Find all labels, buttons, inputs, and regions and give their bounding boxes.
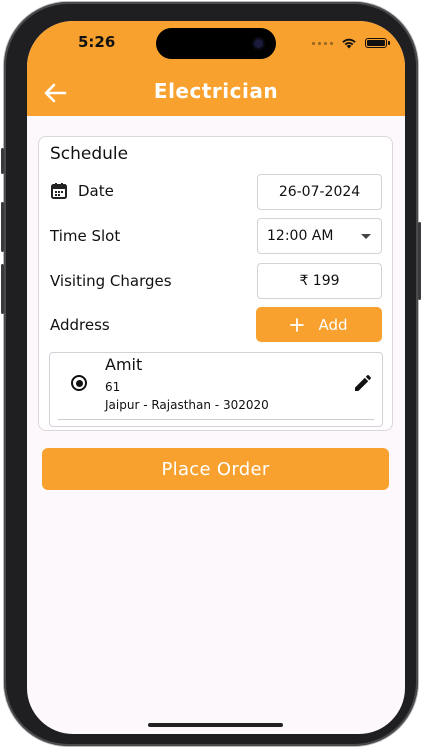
side-button-power [418, 222, 421, 300]
home-indicator[interactable] [148, 723, 283, 727]
status-icons [312, 37, 390, 49]
camera-icon [254, 39, 263, 48]
address-label-text: Address [50, 316, 110, 334]
calendar-icon [51, 183, 67, 199]
address-line-2: Jaipur - Rajasthan - 302020 [105, 398, 269, 412]
date-label-row: Date [50, 182, 114, 200]
visiting-charges-label: Visiting Charges [50, 272, 172, 290]
side-button-volume-up [1, 202, 4, 252]
dropdown-caret-icon [361, 233, 371, 239]
date-label: Date [78, 182, 114, 200]
radio-selected-dot [75, 379, 83, 387]
address-divider [58, 419, 374, 420]
address-label: Address [50, 316, 110, 334]
time-slot-label: Time Slot [50, 227, 120, 245]
address-name: Amit [105, 355, 143, 374]
app-screen: 5:26 Electrician Schedule Date 26-07-202… [27, 21, 405, 734]
time-slot-value: 12:00 AM [267, 228, 334, 244]
time-slot-label-text: Time Slot [50, 227, 121, 245]
battery-icon [365, 38, 390, 48]
add-address-label: Add [318, 315, 348, 334]
address-item[interactable]: Amit 61 Jaipur - Rajasthan - 302020 [49, 352, 383, 427]
date-field[interactable]: 26-07-2024 [257, 174, 382, 210]
visiting-charges-value: ₹ 199 [257, 263, 382, 299]
side-button-action [1, 148, 4, 174]
app-header: 5:26 Electrician [27, 21, 405, 116]
plus-icon [290, 317, 305, 332]
status-time: 5:26 [78, 33, 116, 51]
place-order-button[interactable]: Place Order [42, 448, 389, 490]
pencil-icon [355, 375, 371, 391]
time-slot-select[interactable]: 12:00 AM [257, 218, 382, 254]
phone-frame: 5:26 Electrician Schedule Date 26-07-202… [1, 2, 421, 746]
page-title: Electrician [153, 79, 279, 103]
side-button-volume-down [1, 264, 4, 314]
add-address-button[interactable]: Add [256, 307, 382, 342]
dynamic-island [156, 28, 276, 59]
wifi-icon [342, 38, 356, 49]
edit-address-button[interactable] [352, 374, 372, 394]
address-radio[interactable] [71, 375, 87, 391]
schedule-title: Schedule [50, 144, 129, 164]
visiting-charges-label-text: Visiting Charges [50, 272, 172, 290]
address-line-1: 61 [105, 380, 121, 394]
signal-dots-icon [312, 41, 333, 45]
schedule-card: Schedule Date 26-07-2024 Time Slot 12:00… [38, 136, 393, 431]
